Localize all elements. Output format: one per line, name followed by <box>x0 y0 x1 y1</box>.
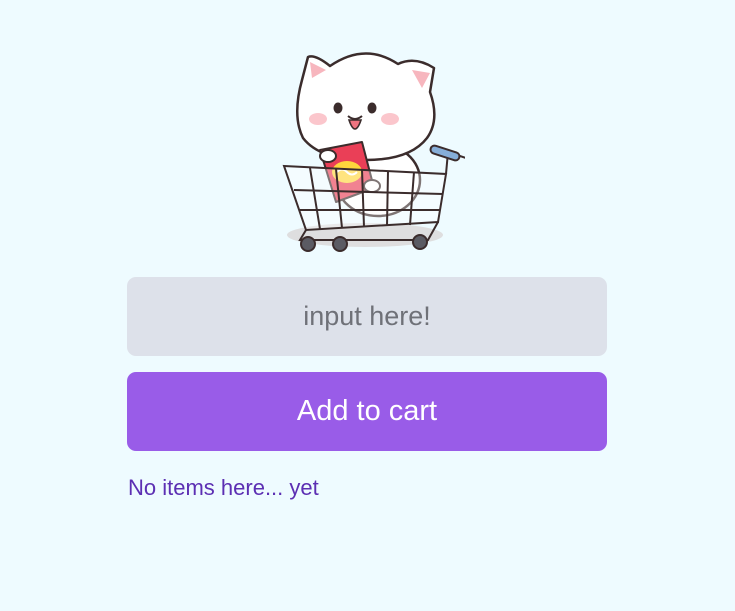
empty-cart-message: No items here... yet <box>128 475 319 500</box>
item-input[interactable] <box>127 277 607 356</box>
cat-in-cart-icon <box>282 52 465 252</box>
add-to-cart-button[interactable]: Add to cart <box>127 372 607 451</box>
app-container: Add to cart No items here... yet <box>0 0 735 611</box>
